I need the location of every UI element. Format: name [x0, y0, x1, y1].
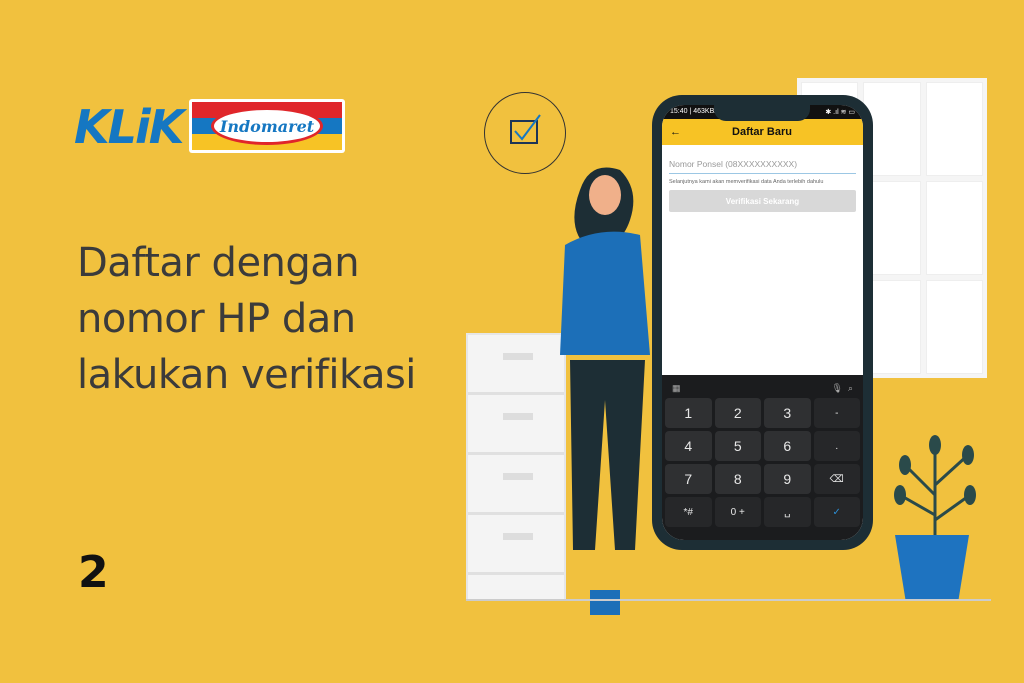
indomaret-logo: Indomaret: [189, 99, 345, 153]
search-icon[interactable]: ⌕: [848, 383, 853, 393]
key[interactable]: 2: [714, 398, 761, 428]
verify-now-button[interactable]: Verifikasi Sekarang: [669, 190, 856, 212]
key[interactable]: 1: [665, 398, 712, 428]
headline-line: lakukan verifikasi: [77, 352, 416, 398]
step-number: 2: [78, 547, 109, 598]
key[interactable]: 5: [714, 431, 761, 461]
key[interactable]: 9: [764, 464, 811, 494]
app-bar-title: Daftar Baru: [732, 126, 792, 138]
phone-notch: [714, 105, 810, 121]
numeric-keyboard: ▦ 🎙 ⌕ 1 2 3- 4 5 6. 7 8 9 ⌫ *# 0 + ␣ ✓: [662, 375, 863, 540]
key[interactable]: 7: [665, 464, 712, 494]
woman-illustration: [560, 167, 650, 615]
phone-screen: 15:40 | 463KB/d ✱ .ıl ≋ ▭ ← Daftar Baru N…: [662, 105, 863, 540]
phone-mockup: 15:40 | 463KB/d ✱ .ıl ≋ ▭ ← Daftar Baru N…: [652, 95, 873, 550]
key[interactable]: 3: [764, 398, 811, 428]
status-left: 15:40 | 463KB/d: [670, 108, 721, 115]
plant-leaves-illustration: [894, 435, 976, 540]
mic-icon[interactable]: 🎙: [832, 383, 843, 393]
floor-line: [466, 599, 991, 601]
keyboard-grid-icon[interactable]: ▦: [672, 383, 681, 394]
status-icons: ✱ .ıl ≋ ▭: [825, 109, 855, 116]
key[interactable]: 8: [714, 464, 761, 494]
back-arrow-icon[interactable]: ←: [670, 126, 681, 138]
klik-logo: KLiK: [74, 100, 184, 154]
key[interactable]: 4: [665, 431, 712, 461]
headline-line: Daftar dengan: [77, 240, 360, 286]
key[interactable]: -: [813, 398, 860, 428]
verification-hint: Selanjutnya kami akan memverifikasi data…: [669, 179, 824, 185]
headline: Daftar dengan nomor HP dan lakukan verif…: [77, 235, 416, 403]
key[interactable]: ⌫: [813, 464, 860, 494]
key[interactable]: ␣: [764, 497, 811, 527]
app-bar: ← Daftar Baru: [662, 119, 863, 145]
phone-number-input[interactable]: Nomor Ponsel (08XXXXXXXXXX): [669, 159, 856, 174]
key[interactable]: 0 +: [714, 497, 761, 527]
key[interactable]: ✓: [813, 497, 860, 527]
key[interactable]: *#: [665, 497, 712, 527]
headline-line: nomor HP dan: [77, 296, 356, 342]
plant-pot-illustration: [895, 535, 969, 599]
key[interactable]: 6: [764, 431, 811, 461]
key[interactable]: .: [813, 431, 860, 461]
